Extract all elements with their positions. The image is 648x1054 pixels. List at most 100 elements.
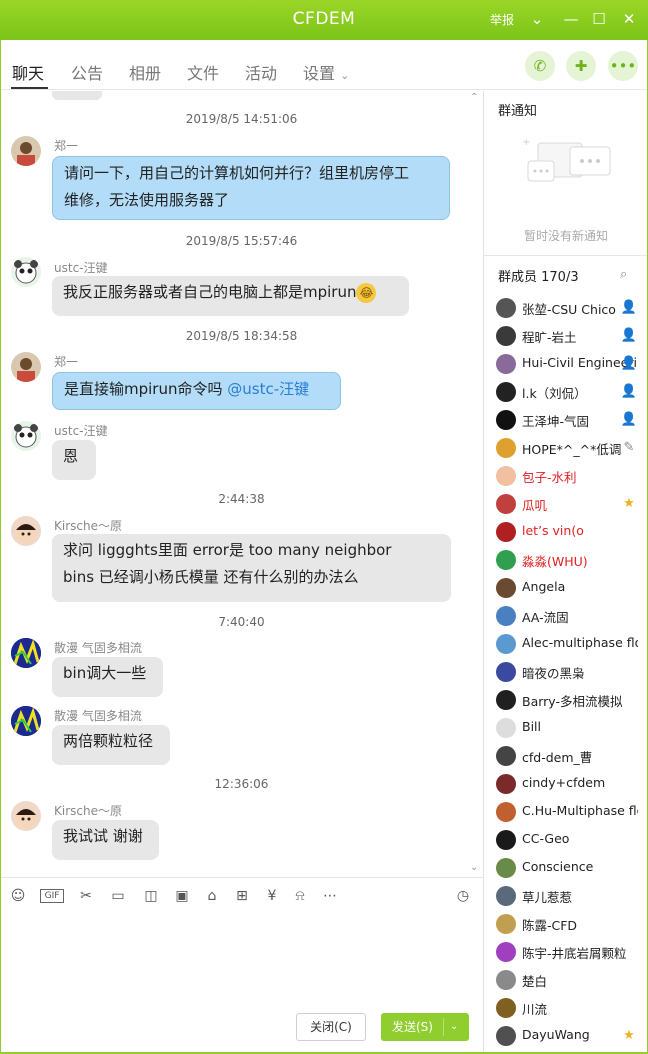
scissors-icon[interactable]: ✂ (77, 887, 95, 905)
red-packet-icon[interactable]: ¥ (263, 887, 281, 905)
avatar[interactable] (11, 421, 41, 451)
sender-name: 散漫 气固多相流 (54, 641, 142, 655)
member-item[interactable]: let’s vin(o (496, 521, 646, 543)
previous-bubble-edge (52, 91, 102, 100)
message-bubble[interactable]: 我试试 谢谢 (52, 820, 159, 860)
history-clock-icon[interactable]: ◷ (454, 887, 472, 905)
member-item[interactable]: Alec-multiphase flow (496, 633, 646, 655)
member-item[interactable]: 川流 (496, 997, 646, 1019)
message-bubble[interactable]: bin调大一些 (52, 657, 163, 697)
more-icon[interactable]: ••• (608, 51, 638, 81)
member-item[interactable]: Hui-Civil Engineering👤 (496, 353, 646, 375)
avatar (496, 690, 516, 710)
phone-icon[interactable]: ✆ (525, 51, 555, 81)
add-chat-icon[interactable]: ✚ (566, 51, 596, 81)
close-button[interactable]: 关闭(C) (296, 1013, 366, 1041)
mention-link[interactable]: @ustc-汪键 (227, 380, 309, 398)
message-text: 两倍颗粒粒径 (63, 732, 154, 750)
message-input[interactable] (0, 911, 483, 1011)
scroll-down-icon[interactable]: ⌄ (470, 862, 478, 873)
avatar[interactable] (11, 136, 41, 166)
member-item[interactable]: cfd-dem_曹 (496, 745, 646, 767)
member-item[interactable]: 陈宇-井底岩屑颗粒 (496, 941, 646, 963)
avatar (496, 438, 516, 458)
tab-activity[interactable]: 活动 (245, 60, 277, 84)
image-icon[interactable]: ▣ (173, 887, 191, 905)
tab-bar: 聊天 公告 相册 文件 活动 设置 ⌄ ✆ ✚ ••• (0, 40, 648, 90)
gif-icon[interactable]: GIF (40, 889, 64, 903)
chat-history[interactable]: 2019/8/5 14:51:06 郑一 请问一下，用自己的计算机如何并行？组里… (0, 91, 483, 877)
close-icon[interactable]: ✕ (618, 8, 640, 30)
member-item[interactable]: C.Hu-Multiphase flow (496, 801, 646, 823)
send-label: 发送(S) (392, 1020, 433, 1034)
avatar (496, 382, 516, 402)
search-icon[interactable]: ⌕ (620, 267, 627, 282)
member-item[interactable]: CC-Geo (496, 829, 646, 851)
member-name: 暗夜の黑枭 (522, 666, 585, 681)
admin-badge-icon: 👤 (620, 356, 638, 371)
tab-chat[interactable]: 聊天 (12, 60, 44, 84)
member-item[interactable]: HOPE*^_^*低调 ✎ (496, 437, 646, 459)
gift-icon[interactable]: ⊞ (233, 887, 251, 905)
member-item[interactable]: 瓜叽 ★ (496, 493, 646, 515)
message-bubble[interactable]: 求问 liggghts里面 error是 too many neighbor b… (52, 534, 451, 602)
member-item[interactable]: 陈露-CFD (496, 913, 646, 935)
avatar[interactable] (11, 801, 41, 831)
message-bubble[interactable]: 是直接输mpirun命令吗 @ustc-汪键 (52, 372, 341, 410)
member-name: Angela (522, 579, 566, 594)
member-item[interactable]: Barry-多相流模拟 (496, 689, 646, 711)
svg-text:+: + (522, 137, 530, 148)
chevron-down-icon[interactable]: ⌄ (526, 8, 548, 30)
screenshot-icon[interactable]: ◫ (142, 887, 160, 905)
message-bubble[interactable]: 请问一下，用自己的计算机如何并行？组里机房停工 维修，无法使用服务器了 (52, 156, 450, 220)
folder-icon[interactable]: ▭ (109, 887, 127, 905)
timestamp: 2019/8/5 14:51:06 (185, 112, 298, 126)
divider (484, 255, 648, 256)
member-item[interactable]: 程旷-岩土 👤 (496, 325, 646, 347)
more-circle-icon[interactable]: ⋯ (321, 887, 339, 905)
member-name: cindy+cfdem (522, 775, 606, 790)
bell-icon[interactable]: ⍾ (291, 887, 309, 905)
admin-badge-icon: 👤 (620, 384, 638, 399)
member-item[interactable]: DayuWang ★ (496, 1025, 646, 1047)
member-item[interactable]: 淼淼(WHU) (496, 549, 646, 571)
avatar[interactable] (11, 638, 41, 668)
message-bubble[interactable]: 恩 (52, 440, 96, 480)
member-item[interactable]: l.k（刘侃） 👤 (496, 381, 646, 403)
emoji-icon[interactable]: ☺ (9, 887, 27, 905)
avatar[interactable] (11, 257, 41, 287)
message-bubble[interactable]: 我反正服务器或者自己的电脑上都是mpirun 😂 (52, 276, 409, 316)
sender-name: Kirsche～原 (54, 804, 122, 818)
shop-icon[interactable]: ⌂ (203, 887, 221, 905)
send-options-chevron-icon[interactable]: ⌄ (450, 1013, 458, 1041)
member-item[interactable]: AA-流固 (496, 605, 646, 627)
member-name: 包子-水利 (522, 470, 577, 485)
member-item[interactable]: 草儿惹惹 (496, 885, 646, 907)
avatar[interactable] (11, 706, 41, 736)
scroll-up-icon[interactable]: ⌃ (470, 92, 478, 103)
window-title: CFDEM (292, 9, 356, 29)
member-item[interactable]: 包子-水利 (496, 465, 646, 487)
avatar[interactable] (11, 516, 41, 546)
message-bubble[interactable]: 两倍颗粒粒径 (52, 725, 170, 765)
avatar[interactable] (11, 352, 41, 382)
report-link[interactable]: 举报 (490, 11, 514, 28)
tab-files[interactable]: 文件 (187, 60, 219, 84)
edit-icon: ✎ (623, 440, 635, 455)
member-item[interactable]: Angela (496, 577, 646, 599)
member-item[interactable]: Bill (496, 717, 646, 739)
send-button[interactable]: 发送(S) ⌄ (381, 1013, 469, 1041)
maximize-icon[interactable]: ☐ (588, 8, 610, 30)
member-item[interactable]: 暗夜の黑枭 (496, 661, 646, 683)
member-item[interactable]: 张堃-CSU Chico 👤 (496, 297, 646, 319)
divider (443, 1018, 444, 1036)
tab-announcement[interactable]: 公告 (71, 60, 103, 84)
member-item[interactable]: cindy+cfdem (496, 773, 646, 795)
member-item[interactable]: 楚白 (496, 969, 646, 991)
member-item[interactable]: 王泽坤-气固 👤 (496, 409, 646, 431)
member-item[interactable]: Conscience (496, 857, 646, 879)
tab-settings[interactable]: 设置 ⌄ (303, 60, 349, 84)
minimize-icon[interactable]: — (560, 8, 582, 30)
notice-title: 群通知 (498, 104, 538, 119)
tab-album[interactable]: 相册 (129, 60, 161, 84)
